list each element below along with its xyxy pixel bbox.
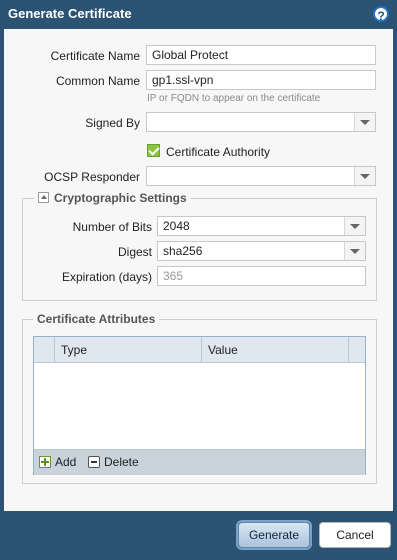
number-of-bits-label: Number of Bits bbox=[72, 220, 152, 234]
ocsp-responder-select[interactable] bbox=[146, 166, 376, 186]
digest-select[interactable]: sha256 bbox=[157, 241, 366, 261]
generate-button[interactable]: Generate bbox=[238, 522, 310, 548]
column-header-value[interactable]: Value bbox=[202, 337, 349, 362]
signed-by-label: Signed By bbox=[85, 116, 140, 130]
certificate-attributes-table: Type Value Add Delete bbox=[33, 336, 366, 475]
column-header-value-label: Value bbox=[208, 343, 238, 357]
expiration-input[interactable]: 365 bbox=[157, 266, 366, 286]
chevron-down-icon[interactable] bbox=[354, 167, 375, 185]
cancel-button[interactable]: Cancel bbox=[319, 522, 391, 548]
add-button[interactable]: Add bbox=[39, 455, 76, 469]
table-toolbar: Add Delete bbox=[34, 449, 365, 475]
delete-icon bbox=[88, 456, 100, 468]
cryptographic-settings-legend[interactable]: Cryptographic Settings bbox=[34, 191, 191, 205]
chevron-down-icon[interactable] bbox=[354, 113, 375, 131]
signed-by-select[interactable] bbox=[146, 112, 376, 132]
column-header-type-label: Type bbox=[61, 343, 88, 357]
delete-button-label: Delete bbox=[104, 455, 139, 469]
number-of-bits-select[interactable]: 2048 bbox=[157, 216, 366, 236]
dialog-title: Generate Certificate bbox=[8, 6, 132, 21]
common-name-hint: IP or FQDN to appear on the certificate bbox=[147, 93, 321, 104]
dialog-titlebar: Generate Certificate ? bbox=[0, 0, 397, 28]
expiration-label: Expiration (days) bbox=[61, 270, 152, 284]
certificate-name-input[interactable]: Global Protect bbox=[146, 45, 376, 65]
add-icon bbox=[39, 456, 51, 468]
table-header: Type Value bbox=[34, 337, 365, 363]
certificate-name-label: Certificate Name bbox=[50, 49, 140, 63]
column-header-type[interactable]: Type bbox=[55, 337, 202, 362]
digest-value: sha256 bbox=[163, 244, 203, 258]
collapse-icon[interactable] bbox=[38, 192, 49, 203]
help-icon[interactable]: ? bbox=[373, 6, 389, 23]
generate-certificate-dialog: Generate Certificate ? Certificate Name … bbox=[0, 0, 397, 560]
digest-label: Digest bbox=[117, 245, 152, 259]
ocsp-responder-label: OCSP Responder bbox=[44, 170, 140, 184]
select-all-column[interactable] bbox=[34, 337, 55, 362]
certificate-authority-checkbox[interactable] bbox=[147, 144, 160, 157]
common-name-input[interactable]: gp1.ssl-vpn bbox=[146, 70, 376, 90]
chevron-down-icon[interactable] bbox=[344, 217, 365, 235]
number-of-bits-value: 2048 bbox=[163, 219, 190, 233]
common-name-label: Common Name bbox=[55, 74, 140, 88]
cryptographic-settings-title: Cryptographic Settings bbox=[54, 191, 187, 205]
add-button-label: Add bbox=[55, 455, 77, 469]
certificate-authority-label: Certificate Authority bbox=[166, 145, 271, 159]
certificate-attributes-legend: Certificate Attributes bbox=[33, 312, 160, 326]
delete-button[interactable]: Delete bbox=[88, 455, 139, 469]
chevron-down-icon[interactable] bbox=[344, 242, 365, 260]
